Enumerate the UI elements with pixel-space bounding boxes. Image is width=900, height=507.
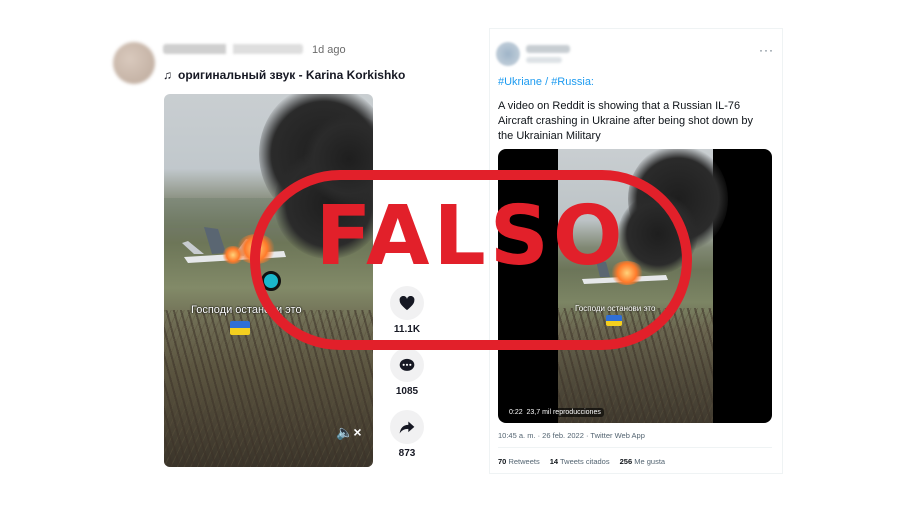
- ukraine-flag-icon: [230, 321, 250, 335]
- avatar[interactable]: [113, 42, 155, 84]
- video-duration: 0:22: [509, 409, 523, 416]
- tweet-stats: 70 Retweets 14 Tweets citados 256 Me gus…: [498, 457, 665, 466]
- share-button[interactable]: 873: [390, 410, 424, 459]
- fire: [222, 246, 244, 264]
- sound-title: оригинальный звук - Karina Korkishko: [178, 68, 406, 82]
- view-count: 23,7 mil reproducciones: [526, 409, 601, 416]
- blurred-handle[interactable]: [526, 57, 562, 63]
- music-note-icon: ♫: [163, 68, 172, 82]
- post-time: 1d ago: [312, 44, 346, 56]
- retweets-stat[interactable]: 70 Retweets: [498, 457, 540, 466]
- more-icon[interactable]: ···: [759, 43, 774, 57]
- tweet-meta[interactable]: 10:45 a. m. · 26 feb. 2022 · Twitter Web…: [498, 431, 645, 440]
- tweet-text: #Ukriane / #Russia: A video on Reddit is…: [498, 75, 770, 153]
- blurred-display-name[interactable]: [526, 45, 570, 53]
- share-icon[interactable]: [390, 410, 424, 444]
- comment-button[interactable]: 1085: [390, 348, 424, 397]
- share-count: 873: [398, 448, 416, 459]
- sound-link[interactable]: ♫ оригинальный звук - Karina Korkishko: [163, 68, 405, 82]
- comment-count: 1085: [395, 386, 419, 397]
- mute-icon[interactable]: 🔈×: [336, 424, 362, 441]
- video-timestamp: 0:22 23,7 mil reproducciones: [506, 408, 604, 417]
- avatar[interactable]: [496, 42, 520, 66]
- tweet-body: A video on Reddit is showing that a Russ…: [498, 100, 753, 142]
- comment-icon[interactable]: [390, 348, 424, 382]
- hashtags[interactable]: #Ukriane / #Russia:: [498, 75, 770, 90]
- blurred-username[interactable]: [163, 44, 303, 54]
- false-stamp-label: FALSO: [315, 189, 627, 284]
- likes-stat[interactable]: 256 Me gusta: [620, 457, 665, 466]
- quotes-stat[interactable]: 14 Tweets citados: [550, 457, 610, 466]
- divider: [498, 447, 772, 448]
